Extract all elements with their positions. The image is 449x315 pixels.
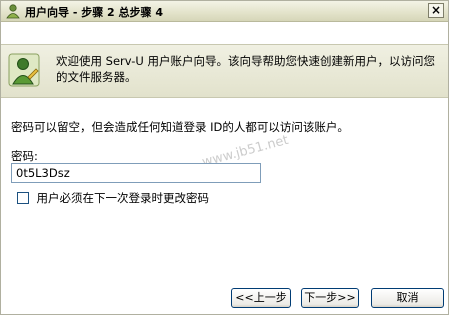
header-description: 欢迎使用 Serv-U 用户账户向导。该向导帮助您快速创建新用户，以访问您的文件… [56, 54, 435, 84]
wizard-icon [6, 4, 20, 19]
user-wizard-icon [8, 53, 40, 87]
close-button[interactable]: × [428, 3, 444, 18]
cancel-button[interactable]: 取消 [371, 288, 444, 308]
title-bar[interactable]: 用户向导 - 步骤 2 总步骤 4 × [1, 1, 448, 22]
wizard-window: 用户向导 - 步骤 2 总步骤 4 × 欢迎使用 Serv-U 用户账户向导。该… [0, 0, 449, 315]
wizard-header: 欢迎使用 Serv-U 用户账户向导。该向导帮助您快速创建新用户，以访问您的文件… [1, 44, 448, 98]
change-password-label[interactable]: 用户必须在下一次登录时更改密码 [37, 191, 210, 205]
back-button[interactable]: <<上一步 [231, 288, 291, 308]
password-field[interactable] [11, 163, 261, 183]
change-password-option[interactable]: 用户必须在下一次登录时更改密码 [17, 190, 209, 206]
next-button[interactable]: 下一步>> [301, 288, 359, 308]
window-title: 用户向导 - 步骤 2 总步骤 4 [25, 6, 164, 19]
change-password-checkbox[interactable] [17, 192, 29, 204]
password-label: 密码: [11, 149, 38, 163]
password-notice: 密码可以留空，但会造成任何知道登录 ID的人都可以访问该账户。 [11, 120, 349, 134]
